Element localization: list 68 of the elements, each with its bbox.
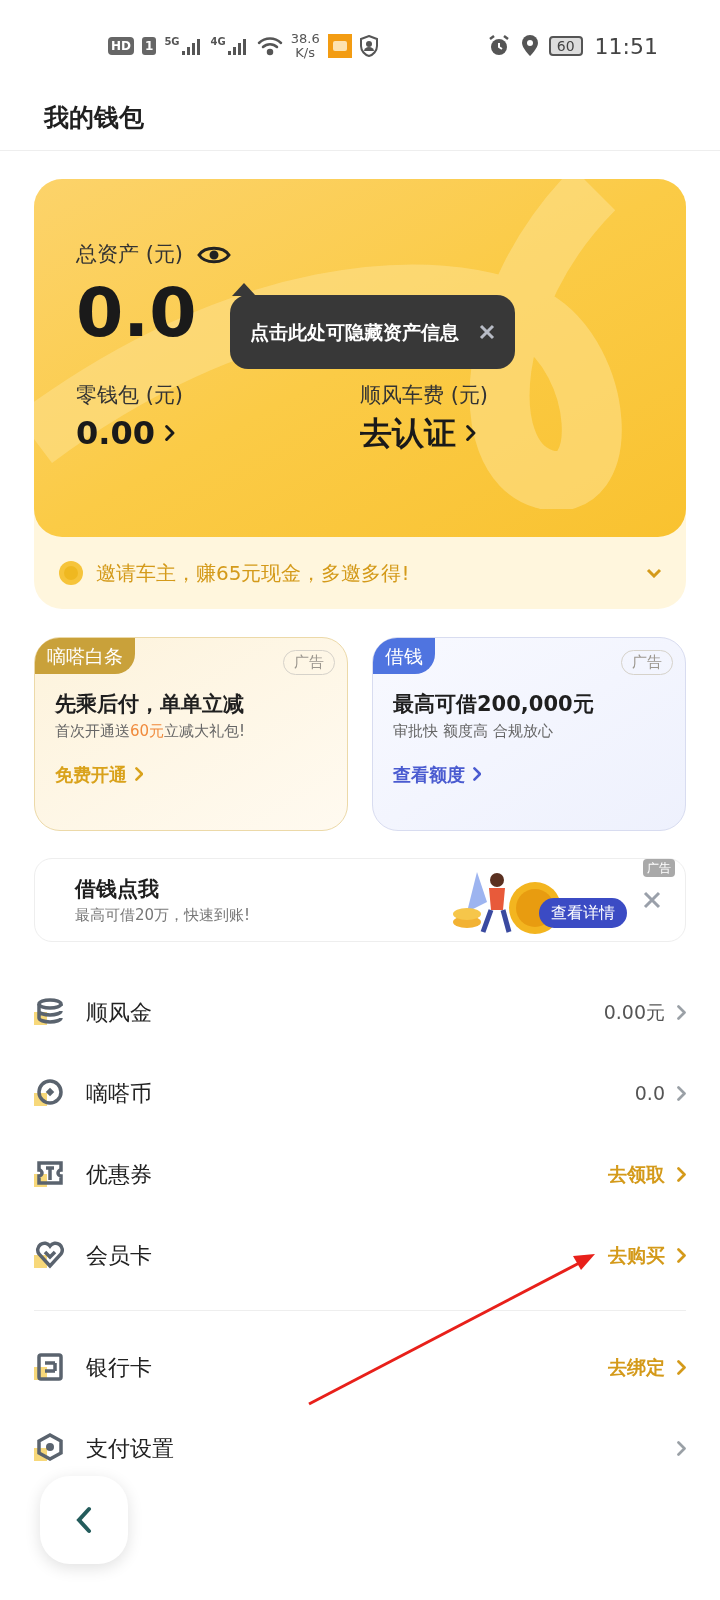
banner-subtitle: 最高可借20万，快速到账!	[75, 904, 251, 926]
menu-label: 优惠券	[86, 1161, 153, 1189]
chevron-right-icon	[164, 424, 175, 441]
view-details-button[interactable]: 查看详情	[539, 898, 627, 928]
balance-link[interactable]: 0.00	[76, 410, 175, 455]
menu-label: 银行卡	[86, 1354, 153, 1382]
chevron-right-icon	[677, 1441, 686, 1456]
clock: 11:51	[594, 32, 658, 61]
chevron-right-icon	[677, 1005, 686, 1020]
promo-title: 先乘后付，单单立减	[55, 690, 245, 718]
chevron-right-icon	[677, 1248, 686, 1263]
promo-tag: 嘀嗒白条	[35, 638, 135, 674]
chevron-right-icon	[677, 1086, 686, 1101]
wifi-icon	[256, 36, 283, 56]
back-icon	[76, 1506, 92, 1534]
promo-link[interactable]: 查看额度	[393, 760, 482, 788]
app-icon	[327, 34, 352, 58]
hd-badge: HD	[108, 37, 134, 55]
menu-label: 支付设置	[86, 1435, 175, 1463]
chevron-right-icon	[677, 1360, 686, 1375]
coin-icon	[58, 560, 84, 586]
promo-card[interactable]: 借钱 广告 最高可借200,000元 审批快 额度高 合规放心 查看额度	[372, 637, 686, 831]
shield-icon	[359, 35, 378, 57]
page-title: 我的钱包	[44, 102, 145, 134]
promo-subtitle: 审批快 额度高 合规放心	[393, 720, 554, 742]
menu-value: 去绑定	[608, 1355, 665, 1381]
total-assets-label: 总资产 (元)	[76, 241, 184, 268]
menu-value: 0.0	[634, 1081, 665, 1107]
network-label: 4G	[210, 37, 226, 47]
chevron-down-icon	[646, 568, 662, 578]
banner-title: 借钱点我	[75, 875, 160, 903]
menu-item[interactable]: 支付设置	[34, 1408, 686, 1489]
menu-value: 去领取	[608, 1162, 665, 1188]
menu-label: 顺风金	[86, 999, 153, 1027]
battery-indicator: 60	[548, 36, 583, 56]
chevron-right-icon	[473, 767, 482, 781]
balance-link[interactable]: 去认证	[360, 410, 476, 455]
balance-label: 顺风车费 (元)	[360, 381, 490, 409]
menu-item[interactable]: 嘀嗒币 0.0	[34, 1053, 686, 1134]
ad-badge: 广告	[643, 859, 675, 877]
promo-subtitle: 首次开通送60元立减大礼包!	[55, 720, 247, 742]
signal-icon	[180, 37, 203, 55]
menu-item[interactable]: 顺风金 0.00元	[34, 972, 686, 1053]
balance-label: 零钱包 (元)	[76, 381, 185, 409]
promo-tag: 借钱	[373, 638, 435, 674]
location-icon	[520, 35, 539, 57]
speed-value: 38.6	[290, 32, 320, 46]
menu-value: 0.00元	[603, 1000, 665, 1026]
menu-item[interactable]: 优惠券 去领取	[34, 1134, 686, 1215]
menu-item[interactable]: 银行卡 去绑定	[34, 1327, 686, 1408]
total-assets-amount: 0.0	[76, 271, 197, 354]
chevron-right-icon	[677, 1167, 686, 1182]
signal-icon	[226, 37, 249, 55]
promo-title: 最高可借200,000元	[393, 690, 595, 718]
menu-label: 会员卡	[86, 1242, 153, 1270]
menu-label: 嘀嗒币	[86, 1080, 153, 1108]
sim-badge: 1	[142, 37, 157, 55]
network-label: 5G	[164, 37, 180, 47]
invite-text: 邀请车主，赚65元现金，多邀多得!	[96, 560, 411, 587]
close-icon[interactable]	[479, 324, 495, 340]
chevron-right-icon	[466, 424, 476, 441]
menu-value: 去购买	[608, 1243, 665, 1269]
loan-banner[interactable]: 借钱点我 最高可借20万，快速到账! 查看详情 广告	[34, 858, 686, 942]
speed-unit: K/s	[295, 46, 316, 60]
menu-item[interactable]: 会员卡 去购买	[34, 1215, 686, 1296]
chevron-right-icon	[135, 767, 144, 781]
promo-card[interactable]: 嘀嗒白条 广告 先乘后付，单单立减 首次开通送60元立减大礼包! 免费开通	[34, 637, 348, 831]
tooltip-text: 点击此处可隐藏资产信息	[250, 319, 459, 345]
